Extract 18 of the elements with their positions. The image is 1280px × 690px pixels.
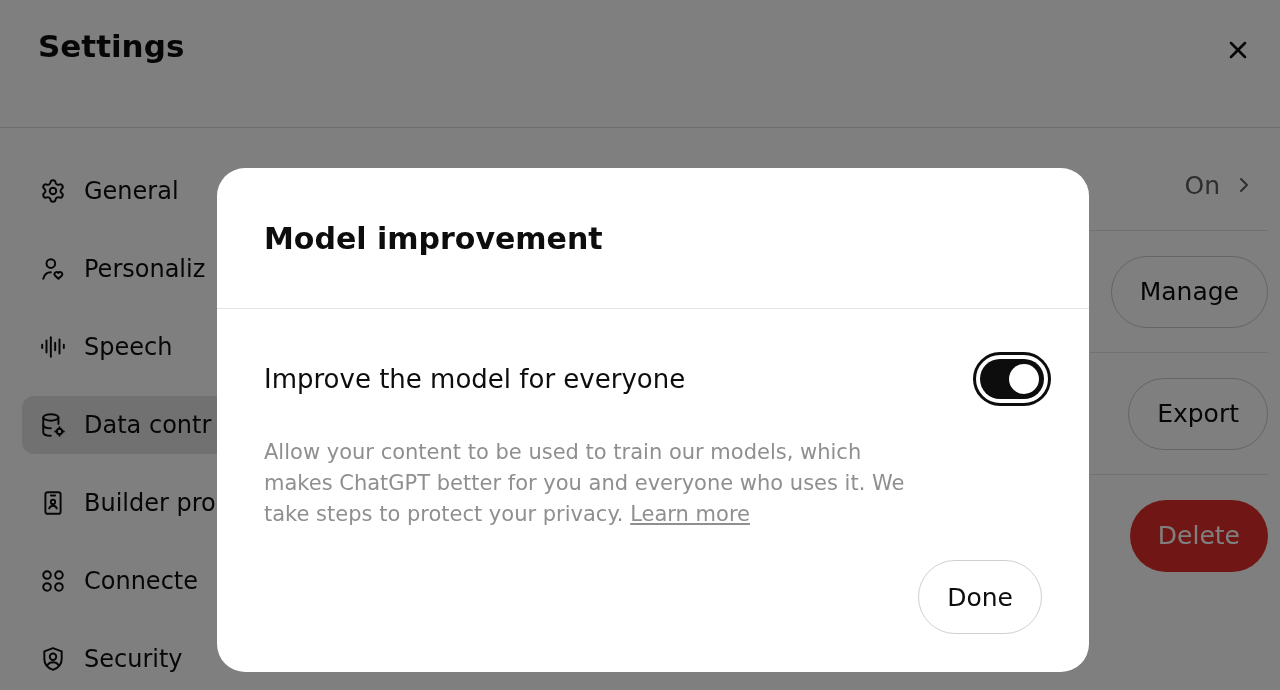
setting-value: On bbox=[1184, 170, 1220, 200]
action-button[interactable]: Export bbox=[1128, 377, 1268, 450]
shield-user-icon bbox=[40, 646, 66, 672]
dialog-title: Model improvement bbox=[264, 220, 603, 256]
database-gear-icon bbox=[40, 412, 66, 438]
description-text: Allow your content to be used to train our models, which makes ChatGPT better for you and everyone who uses it. We take steps to protect your privacy. Learn more bbox=[264, 439, 906, 528]
four-circles-icon bbox=[40, 568, 66, 594]
window-title: Settings bbox=[38, 28, 185, 64]
toggle-switch[interactable] bbox=[973, 352, 1051, 406]
learn-more-link[interactable]: Learn more bbox=[630, 502, 750, 526]
person-heart-icon bbox=[40, 256, 66, 282]
audio-lines-icon bbox=[40, 334, 66, 360]
delete-button[interactable]: Delete bbox=[1129, 499, 1268, 572]
gear-icon bbox=[40, 178, 66, 204]
setting-label: Improve the model for everyone bbox=[264, 364, 686, 394]
action-button[interactable]: Manage bbox=[1110, 255, 1268, 328]
done-button[interactable]: Done bbox=[918, 560, 1042, 634]
sidebar-item[interactable]: Data contr bbox=[22, 396, 217, 454]
